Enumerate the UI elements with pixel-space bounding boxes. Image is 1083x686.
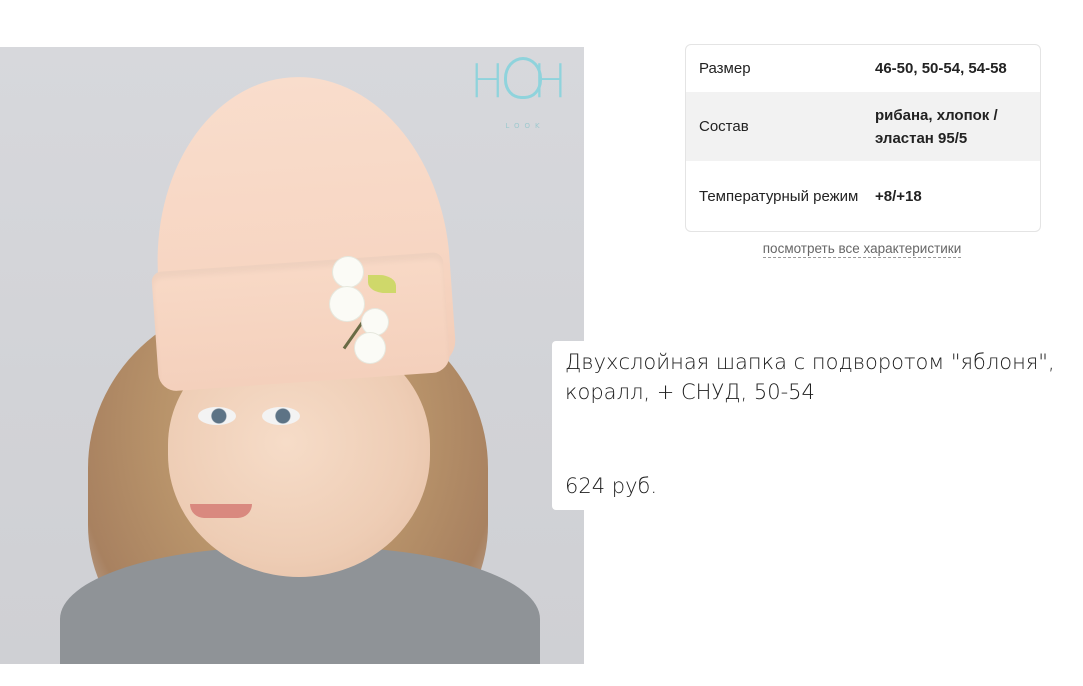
spec-row-temperature: Температурный режим +8/+18 bbox=[686, 161, 1040, 231]
specs-table: Размер 46-50, 50-54, 54-58 Состав рибана… bbox=[685, 44, 1041, 232]
spec-label: Размер bbox=[699, 60, 751, 77]
hat-fold-shape bbox=[151, 251, 451, 393]
product-info-card: Двухслойная шапка с подворотом "яблоня",… bbox=[552, 341, 1083, 510]
balloon-icon bbox=[504, 57, 542, 99]
mouth-shape bbox=[190, 504, 252, 518]
product-image[interactable]: HH LOOK bbox=[0, 47, 584, 664]
logo-subtext: LOOK bbox=[505, 122, 545, 130]
eye-left bbox=[198, 407, 236, 425]
eye-right bbox=[262, 407, 300, 425]
product-title[interactable]: Двухслойная шапка с подворотом "яблоня",… bbox=[565, 347, 1075, 407]
spec-label: Состав bbox=[699, 118, 749, 135]
spec-value: 46-50, 50-54, 54-58 bbox=[875, 60, 1007, 77]
spec-value: +8/+18 bbox=[875, 187, 922, 205]
brand-logo: HH LOOK bbox=[470, 53, 580, 133]
all-specs-link-wrapper: посмотреть все характеристики bbox=[685, 241, 1039, 258]
blossom-flower bbox=[333, 257, 363, 287]
product-price: 624 руб. bbox=[565, 474, 658, 498]
spec-row-composition: Состав рибана, хлопок / эластан 95/5 bbox=[686, 92, 1040, 161]
blossom-flower bbox=[355, 333, 385, 363]
spec-row-size: Размер 46-50, 50-54, 54-58 bbox=[686, 45, 1040, 92]
all-specs-link[interactable]: посмотреть все характеристики bbox=[762, 241, 962, 258]
blossom-flower bbox=[362, 309, 388, 335]
spec-label: Температурный режим bbox=[699, 187, 859, 205]
blossom-flower bbox=[330, 287, 364, 321]
spec-value: рибана, хлопок / эластан 95/5 bbox=[875, 106, 998, 147]
